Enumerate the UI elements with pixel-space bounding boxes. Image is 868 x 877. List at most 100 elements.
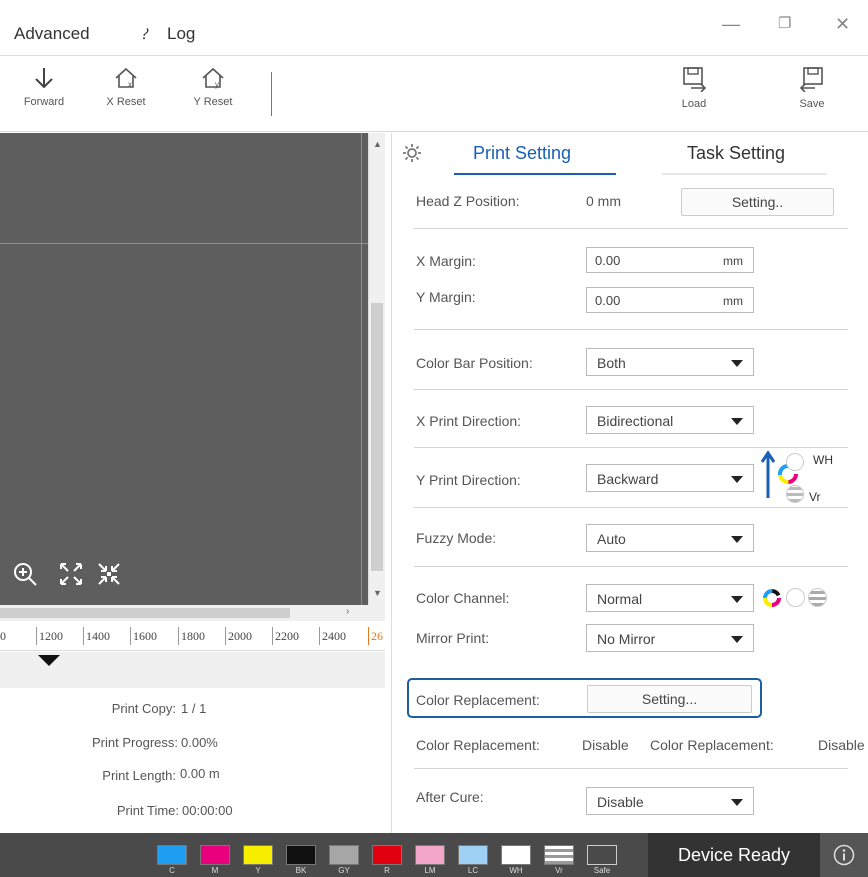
x-reset-label: X Reset bbox=[106, 96, 146, 108]
zoom-in-icon[interactable] bbox=[12, 561, 38, 587]
color-bar-value: Both bbox=[597, 355, 626, 371]
save-button[interactable]: Save bbox=[772, 66, 852, 110]
ruler-tick: 0 bbox=[0, 629, 6, 643]
position-marker-icon[interactable] bbox=[38, 655, 60, 666]
ink-swatch-label: C bbox=[169, 866, 175, 875]
scroll-down-icon[interactable]: ▼ bbox=[373, 588, 382, 598]
print-progress-value: 0.00% bbox=[181, 735, 218, 750]
white-channel-icon[interactable] bbox=[786, 588, 805, 607]
y-margin-input[interactable]: 0.00 mm bbox=[586, 287, 754, 313]
info-icon bbox=[833, 844, 855, 866]
x-margin-input[interactable]: 0.00 mm bbox=[586, 247, 754, 273]
divider bbox=[414, 768, 848, 769]
save-label: Save bbox=[799, 98, 825, 110]
svg-text:x: x bbox=[128, 80, 132, 89]
ink-swatch-lc bbox=[458, 845, 488, 865]
color-bar-select[interactable]: Both bbox=[586, 348, 754, 376]
after-cure-select[interactable]: Disable bbox=[586, 787, 754, 815]
x-direction-select[interactable]: Bidirectional bbox=[586, 406, 754, 434]
scroll-right-icon[interactable]: › bbox=[346, 606, 349, 617]
guide-line-horizontal bbox=[0, 243, 368, 244]
arrow-up-icon bbox=[761, 450, 775, 498]
color-channel-value: Normal bbox=[597, 591, 643, 607]
vr-label: Vr bbox=[809, 490, 821, 504]
chevron-down-icon bbox=[731, 476, 743, 483]
varnish-ink-icon bbox=[786, 485, 804, 503]
print-time-label: Print Time: bbox=[116, 803, 179, 818]
x-reset-button[interactable]: x X Reset bbox=[86, 66, 166, 108]
ink-swatch-r bbox=[372, 845, 402, 865]
head-z-value: 0 mm bbox=[586, 193, 621, 209]
restore-icon[interactable]: ❐ bbox=[778, 14, 791, 32]
zoom-controls bbox=[8, 555, 138, 591]
print-time-value: 00:00:00 bbox=[182, 803, 233, 818]
ruler-tick: 26 bbox=[368, 627, 383, 645]
scroll-up-icon[interactable]: ▲ bbox=[373, 139, 382, 149]
divider bbox=[414, 228, 848, 229]
color-replacement-status-label: Color Replacement: bbox=[416, 737, 540, 753]
vertical-scrollbar[interactable]: ▲ ▼ bbox=[368, 133, 385, 605]
color-replacement-status-value: Disable bbox=[582, 737, 629, 753]
after-cure-label: After Cure: bbox=[416, 789, 484, 805]
tab-active-underline bbox=[454, 173, 616, 175]
chevron-down-icon bbox=[731, 636, 743, 643]
tab-print-setting[interactable]: Print Setting bbox=[473, 143, 571, 164]
wh-label: WH bbox=[813, 453, 833, 467]
ink-swatch-label: Safe bbox=[593, 866, 611, 875]
color-replacement-label: Color Replacement: bbox=[416, 692, 540, 708]
tab-task-setting[interactable]: Task Setting bbox=[687, 143, 785, 164]
ink-swatch-vr bbox=[544, 845, 574, 865]
print-length-value: 0.00 m bbox=[180, 766, 220, 781]
x-direction-value: Bidirectional bbox=[597, 413, 674, 429]
menu-bar: Advanced ⹔ Log — ❐ ✕ bbox=[0, 0, 868, 56]
divider bbox=[414, 389, 848, 390]
tab-inactive-underline bbox=[662, 173, 827, 175]
gear-icon[interactable] bbox=[402, 143, 422, 163]
fuzzy-mode-select[interactable]: Auto bbox=[586, 524, 754, 552]
home-y-icon: y bbox=[202, 67, 224, 89]
color-channel-select[interactable]: Normal bbox=[586, 584, 754, 612]
menu-log[interactable]: ⹔ bbox=[142, 24, 149, 44]
ruler-tick: 1200 bbox=[36, 627, 63, 645]
forward-button[interactable]: Forward bbox=[4, 66, 84, 108]
ruler-tick: 2400 bbox=[319, 627, 346, 645]
y-reset-label: Y Reset bbox=[193, 96, 233, 108]
ink-swatch-label: LM bbox=[424, 866, 436, 875]
horizontal-scrollbar[interactable]: › bbox=[0, 605, 385, 621]
color-replacement-status-label-2: Color Replacement: bbox=[650, 737, 774, 753]
color-replacement-setting-button[interactable]: Setting... bbox=[587, 685, 752, 713]
svg-text:y: y bbox=[215, 80, 219, 89]
print-progress-label: Print Progress: bbox=[92, 735, 178, 750]
minimize-icon[interactable]: — bbox=[722, 14, 740, 35]
horizontal-scroll-thumb[interactable] bbox=[0, 608, 290, 618]
device-status: Device Ready bbox=[648, 833, 820, 877]
actual-size-icon[interactable] bbox=[96, 561, 122, 587]
guide-line-vertical bbox=[361, 133, 362, 605]
mirror-print-value: No Mirror bbox=[597, 631, 656, 647]
head-z-setting-button[interactable]: Setting.. bbox=[681, 188, 834, 216]
cmyk-channel-icon[interactable] bbox=[761, 587, 783, 609]
ruler: 0 1200 1400 1600 1800 2000 2200 2400 26 bbox=[0, 621, 385, 651]
load-button[interactable]: Load bbox=[654, 66, 734, 110]
save-icon bbox=[799, 67, 823, 92]
print-canvas[interactable] bbox=[0, 133, 385, 605]
color-channel-label: Color Channel: bbox=[416, 590, 510, 606]
chevron-down-icon bbox=[731, 536, 743, 543]
varnish-channel-icon[interactable] bbox=[808, 588, 827, 607]
menu-log-label[interactable]: Log bbox=[167, 24, 195, 44]
ink-swatch-c bbox=[157, 845, 187, 865]
menu-advanced[interactable]: Advanced bbox=[14, 24, 90, 44]
ink-swatch-label: M bbox=[211, 866, 219, 875]
toolbar: Forward x X Reset y Y Reset Load Save bbox=[0, 56, 868, 132]
close-icon[interactable]: ✕ bbox=[835, 14, 850, 35]
forward-label: Forward bbox=[23, 96, 65, 108]
fit-screen-icon[interactable] bbox=[58, 561, 84, 587]
ink-swatch-label: LC bbox=[467, 866, 479, 875]
info-button[interactable] bbox=[820, 833, 868, 877]
mirror-print-select[interactable]: No Mirror bbox=[586, 624, 754, 652]
head-z-label: Head Z Position: bbox=[416, 193, 520, 209]
vertical-scroll-thumb[interactable] bbox=[371, 303, 383, 571]
ink-swatch-label: GY bbox=[338, 866, 350, 875]
y-direction-select[interactable]: Backward bbox=[586, 464, 754, 492]
y-reset-button[interactable]: y Y Reset bbox=[173, 66, 253, 108]
